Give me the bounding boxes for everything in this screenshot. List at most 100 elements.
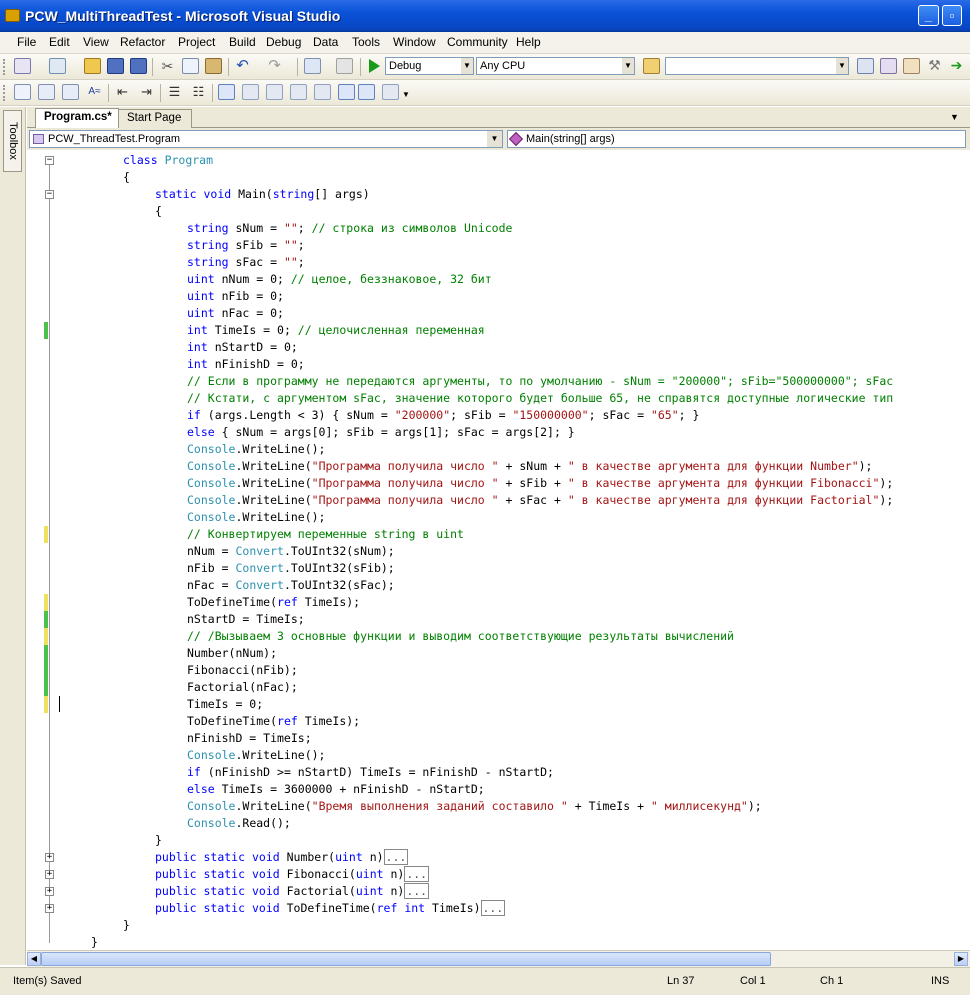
code-line[interactable]: // /Вызываем 3 основные функции и выводи… [27, 628, 970, 645]
complete-word-icon[interactable]: A≈ [86, 84, 103, 100]
code-line[interactable]: Console.WriteLine(); [27, 747, 970, 764]
members-dropdown[interactable]: Main(string[] args) [507, 130, 966, 148]
menu-file[interactable]: File [17, 35, 36, 49]
scrollbar-thumb[interactable] [41, 952, 771, 966]
toolbox-icon[interactable]: ⚒ [926, 58, 943, 74]
next-bookmark-icon[interactable] [266, 84, 283, 100]
start-debugging-icon[interactable] [369, 59, 380, 73]
platform-select[interactable]: Any CPU ▼ [476, 57, 635, 75]
code-line[interactable]: − static void Main(string[] args) [27, 186, 970, 203]
menu-build[interactable]: Build [229, 35, 256, 49]
code-line[interactable]: Console.WriteLine(); [27, 509, 970, 526]
find-combo[interactable]: ▼ [665, 57, 849, 75]
code-line[interactable]: Console.WriteLine("Время выполнения зада… [27, 798, 970, 815]
scroll-left-icon[interactable]: ◀ [27, 952, 41, 966]
maximize-button[interactable]: ▫ [942, 5, 962, 26]
menu-view[interactable]: View [83, 35, 109, 49]
code-line[interactable]: nStartD = TimeIs; [27, 611, 970, 628]
code-line[interactable]: + public static void ToDefineTime(ref int… [27, 900, 970, 917]
menu-project[interactable]: Project [178, 35, 215, 49]
code-line[interactable]: // Конвертируем переменные string в uint [27, 526, 970, 543]
code-line[interactable]: int nStartD = 0; [27, 339, 970, 356]
comment-out-icon[interactable]: ☰ [166, 84, 183, 100]
toolbar-grip[interactable] [3, 85, 6, 101]
configuration-select[interactable]: Debug ▼ [385, 57, 474, 75]
clear-bookmarks-icon[interactable] [382, 84, 399, 100]
code-line[interactable]: int nFinishD = 0; [27, 356, 970, 373]
find-in-files-icon[interactable] [643, 58, 660, 74]
code-line[interactable]: ToDefineTime(ref TimeIs); [27, 594, 970, 611]
chevron-down-icon[interactable]: ▼ [461, 58, 473, 74]
code-line[interactable]: uint nFib = 0; [27, 288, 970, 305]
expand-icon[interactable]: + [45, 853, 54, 862]
properties-icon[interactable] [903, 58, 920, 74]
code-line[interactable]: uint nNum = 0; // целое, беззнаковое, 32… [27, 271, 970, 288]
menu-data[interactable]: Data [313, 35, 338, 49]
code-line[interactable]: Number(nNum); [27, 645, 970, 662]
find-icon[interactable] [857, 58, 874, 74]
code-line[interactable]: Console.WriteLine("Программа получила чи… [27, 475, 970, 492]
code-line[interactable]: } [27, 832, 970, 849]
code-editor[interactable]: − class Program {− static void Main(string[… [27, 150, 970, 950]
menu-community[interactable]: Community [447, 35, 508, 49]
code-line[interactable]: − class Program [27, 152, 970, 169]
menu-edit[interactable]: Edit [49, 35, 70, 49]
minimize-button[interactable]: _ [918, 5, 939, 26]
toolbox-tab[interactable]: Toolbox [3, 110, 22, 172]
code-line[interactable]: { [27, 203, 970, 220]
code-line[interactable]: + public static void Number(uint n)... [27, 849, 970, 866]
add-item-icon[interactable] [49, 58, 66, 74]
open-folder-icon[interactable] [84, 58, 101, 74]
toolbar-grip[interactable] [3, 59, 6, 75]
code-line[interactable]: int TimeIs = 0; // целочисленная перемен… [27, 322, 970, 339]
code-line[interactable]: string sFib = ""; [27, 237, 970, 254]
expand-icon[interactable]: + [45, 870, 54, 879]
menu-refactor[interactable]: Refactor [120, 35, 165, 49]
navigate-forward-icon[interactable] [336, 58, 353, 74]
scroll-right-icon[interactable]: ▶ [954, 952, 968, 966]
code-line[interactable]: Console.Read(); [27, 815, 970, 832]
chevron-down-icon[interactable]: ▼ [836, 58, 848, 74]
start-page-icon[interactable]: ➔ [948, 58, 965, 74]
code-line[interactable]: Console.WriteLine("Программа получила чи… [27, 458, 970, 475]
expand-icon[interactable]: + [45, 904, 54, 913]
undo-icon[interactable]: ↶ [234, 58, 251, 74]
uncomment-icon[interactable]: ☷ [190, 84, 207, 100]
toggle-bookmark-icon[interactable] [218, 84, 235, 100]
solution-explorer-icon[interactable] [880, 58, 897, 74]
menu-window[interactable]: Window [393, 35, 436, 49]
toolbar-options-icon[interactable]: ▼ [402, 90, 419, 106]
code-line[interactable]: nFac = Convert.ToUInt32(sFac); [27, 577, 970, 594]
code-line[interactable]: + public static void Factorial(uint n)... [27, 883, 970, 900]
decrease-indent-icon[interactable]: ⇤ [114, 84, 131, 100]
save-all-icon[interactable] [130, 58, 147, 74]
code-line[interactable]: Console.WriteLine(); [27, 441, 970, 458]
code-line[interactable]: nFinishD = TimeIs; [27, 730, 970, 747]
collapse-icon[interactable]: − [45, 190, 54, 199]
code-line[interactable]: TimeIs = 0; [27, 696, 970, 713]
paste-icon[interactable] [205, 58, 222, 74]
code-line[interactable]: string sFac = ""; [27, 254, 970, 271]
code-line[interactable]: uint nFac = 0; [27, 305, 970, 322]
menu-tools[interactable]: Tools [352, 35, 380, 49]
save-icon[interactable] [107, 58, 124, 74]
chevron-down-icon[interactable]: ▼ [622, 58, 634, 74]
new-project-icon[interactable] [14, 58, 31, 74]
previous-bookmark-folder-icon[interactable] [290, 84, 307, 100]
parameter-info-icon[interactable] [38, 84, 55, 100]
code-line[interactable]: // Кстати, с аргументом sFac, значение к… [27, 390, 970, 407]
code-line[interactable]: else { sNum = args[0]; sFib = args[1]; s… [27, 424, 970, 441]
code-line[interactable]: ToDefineTime(ref TimeIs); [27, 713, 970, 730]
tab-start-page[interactable]: Start Page [118, 109, 192, 129]
code-line[interactable]: } [27, 934, 970, 950]
code-line[interactable]: + public static void Fibonacci(uint n)... [27, 866, 970, 883]
menu-debug[interactable]: Debug [266, 35, 301, 49]
redo-icon[interactable]: ↷ [266, 58, 283, 74]
object-members-icon[interactable] [14, 84, 31, 100]
quick-info-icon[interactable] [62, 84, 79, 100]
active-files-dropdown-icon[interactable]: ▼ [950, 112, 959, 122]
code-line[interactable]: else TimeIs = 3600000 + nFinishD - nStar… [27, 781, 970, 798]
code-line[interactable]: Factorial(nFac); [27, 679, 970, 696]
navigate-backward-icon[interactable] [304, 58, 321, 74]
copy-icon[interactable] [182, 58, 199, 74]
